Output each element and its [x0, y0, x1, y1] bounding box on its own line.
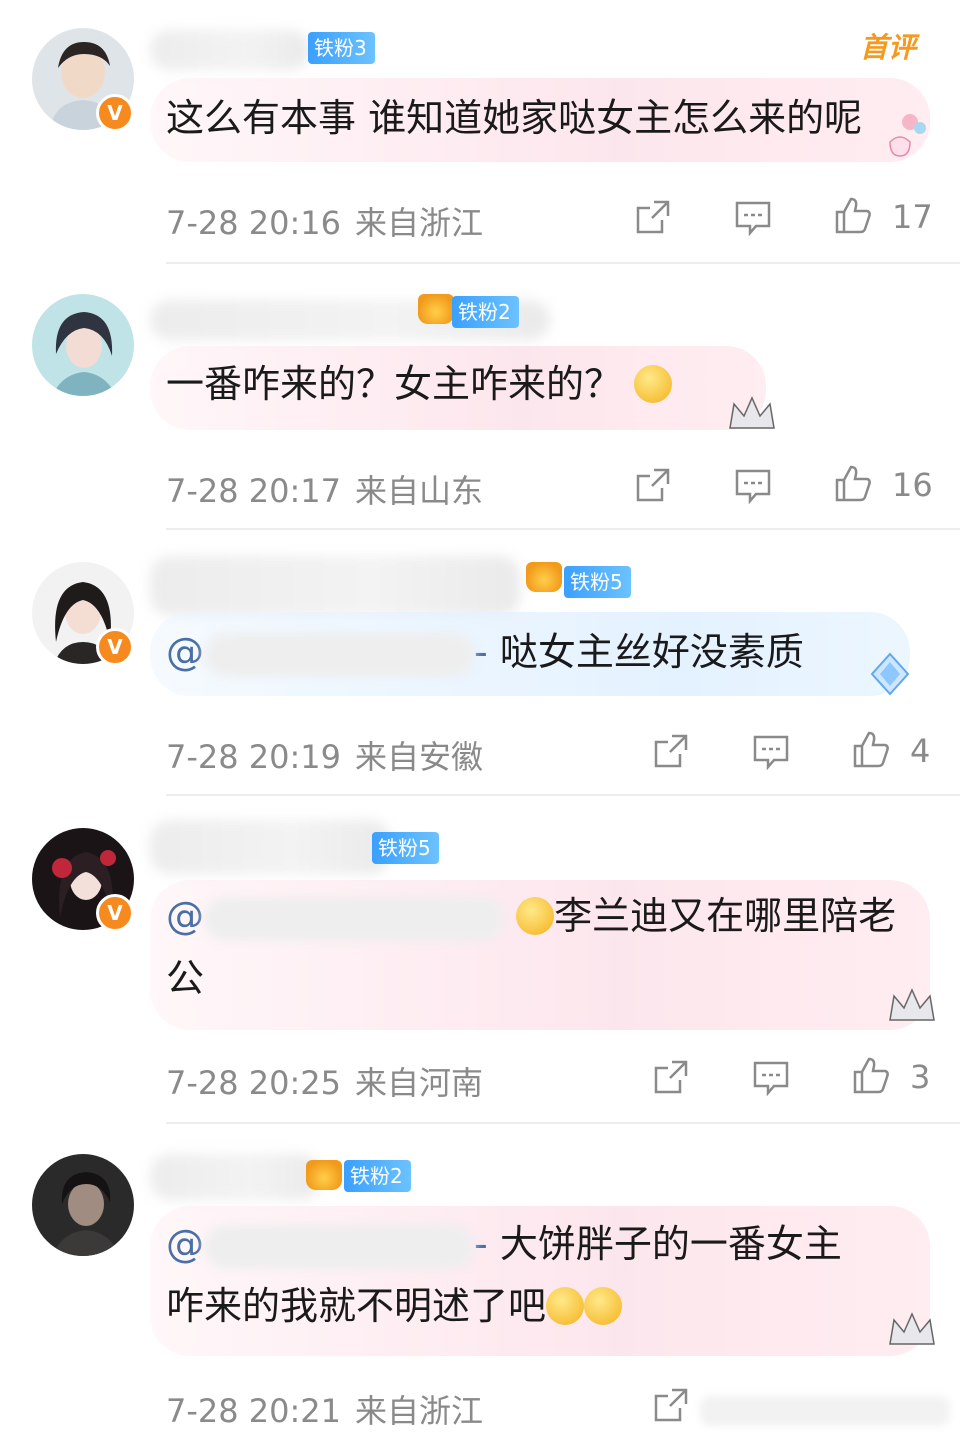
comment-meta: 7-28 20:25 来自河南	[166, 1058, 483, 1104]
username-redacted[interactable]	[150, 30, 310, 70]
share-icon[interactable]	[652, 1386, 690, 1424]
blush-emoji-icon	[516, 897, 555, 935]
share-icon[interactable]	[634, 198, 672, 236]
crown-decoration-icon	[889, 988, 935, 1021]
divider	[166, 1122, 960, 1124]
comment-text: 一番咋来的？女主咋来的？	[166, 352, 673, 416]
divider	[166, 528, 960, 530]
like-icon[interactable]	[852, 1056, 890, 1094]
location: 来自安徽	[355, 738, 484, 776]
fan-level-badge: 铁粉5	[564, 566, 631, 598]
username-redacted[interactable]	[150, 556, 520, 616]
comment-meta: 7-28 20:21 来自浙江	[166, 1386, 483, 1432]
like-icon[interactable]	[852, 730, 890, 768]
watermark-redacted	[700, 1396, 950, 1426]
share-icon[interactable]	[652, 1058, 690, 1096]
fan-level-badge: 铁粉5	[372, 832, 439, 864]
comment-text: @ - 大饼胖子的一番女主	[166, 1212, 842, 1276]
verified-badge: V	[96, 894, 134, 932]
comment-text-line1: 李兰迪又在哪里陪老	[554, 894, 897, 938]
like-count: 17	[892, 198, 933, 236]
comment-text: @ - 哒女主丝好没素质	[166, 620, 804, 684]
decoration-icon	[889, 114, 926, 157]
timestamp: 7-28 20:19	[166, 738, 342, 776]
comment-meta: 7-28 20:17 来自山东	[166, 466, 483, 512]
like-count: 16	[892, 466, 933, 504]
tears-of-joy-emoji-icon	[584, 1287, 623, 1325]
crown-icon	[306, 1160, 342, 1190]
comment-text-body: 一番咋来的？女主咋来的？	[166, 362, 623, 406]
fan-level-badge: 铁粉2	[452, 296, 519, 328]
comment-text-line2-wrap: 咋来的我就不明述了吧	[166, 1274, 623, 1338]
avatar[interactable]	[32, 1154, 134, 1256]
tears-of-joy-emoji-icon	[546, 1287, 585, 1325]
timestamp: 7-28 20:21	[166, 1392, 342, 1430]
like-icon[interactable]	[834, 196, 872, 234]
timestamp: 7-28 20:16	[166, 204, 342, 242]
mention-prefix[interactable]: @	[166, 1222, 204, 1266]
reply-icon[interactable]	[752, 732, 790, 770]
fan-level-badge: 铁粉3	[308, 32, 375, 64]
timestamp: 7-28 20:17	[166, 472, 342, 510]
verified-badge: V	[96, 94, 134, 132]
mention-suffix[interactable]: -	[474, 630, 488, 674]
comment-text-line2: 咋来的我就不明述了吧	[166, 1284, 547, 1328]
thinking-emoji-icon	[634, 365, 673, 403]
divider	[166, 262, 960, 264]
comment-meta: 7-28 20:19 来自安徽	[166, 732, 483, 778]
reply-icon[interactable]	[734, 466, 772, 504]
avatar[interactable]	[32, 294, 134, 396]
divider	[166, 794, 960, 796]
comment-text-line2: 公	[166, 956, 205, 1000]
mention-redacted[interactable]	[204, 896, 504, 941]
comment-text-body: 哒女主丝好没素质	[499, 630, 804, 674]
comment-meta: 7-28 20:16 来自浙江	[166, 198, 483, 244]
crown-decoration-icon	[889, 1312, 935, 1345]
comment-text: @ 李兰迪又在哪里陪老	[166, 884, 896, 948]
share-icon[interactable]	[634, 466, 672, 504]
reply-icon[interactable]	[734, 198, 772, 236]
first-comment-badge: 首评	[859, 31, 916, 64]
mention-redacted[interactable]	[204, 632, 474, 677]
username-redacted[interactable]	[150, 820, 390, 874]
crown-icon	[418, 294, 454, 324]
location: 来自山东	[355, 472, 484, 510]
timestamp: 7-28 20:25	[166, 1064, 342, 1102]
location: 来自河南	[355, 1064, 484, 1102]
diamond-decoration-icon	[870, 652, 910, 696]
mention-suffix[interactable]: -	[474, 1222, 488, 1266]
reply-icon[interactable]	[752, 1058, 790, 1096]
like-icon[interactable]	[834, 464, 872, 502]
mention-prefix[interactable]: @	[166, 894, 204, 938]
mention-prefix[interactable]: @	[166, 630, 204, 674]
comment-text: 这么有本事 谁知道她家哒女主怎么来的呢	[166, 96, 863, 140]
like-count: 3	[910, 1058, 931, 1096]
fan-level-badge: 铁粉2	[344, 1160, 411, 1192]
like-count: 4	[910, 732, 931, 770]
username-redacted[interactable]	[150, 1154, 320, 1200]
location: 来自浙江	[355, 204, 484, 242]
share-icon[interactable]	[652, 732, 690, 770]
comment-text-line1: 大饼胖子的一番女主	[499, 1222, 842, 1266]
mention-redacted[interactable]	[204, 1224, 474, 1269]
location: 来自浙江	[355, 1392, 484, 1430]
crown-decoration-icon	[729, 396, 775, 429]
verified-badge: V	[96, 628, 134, 666]
crown-icon	[526, 562, 562, 592]
